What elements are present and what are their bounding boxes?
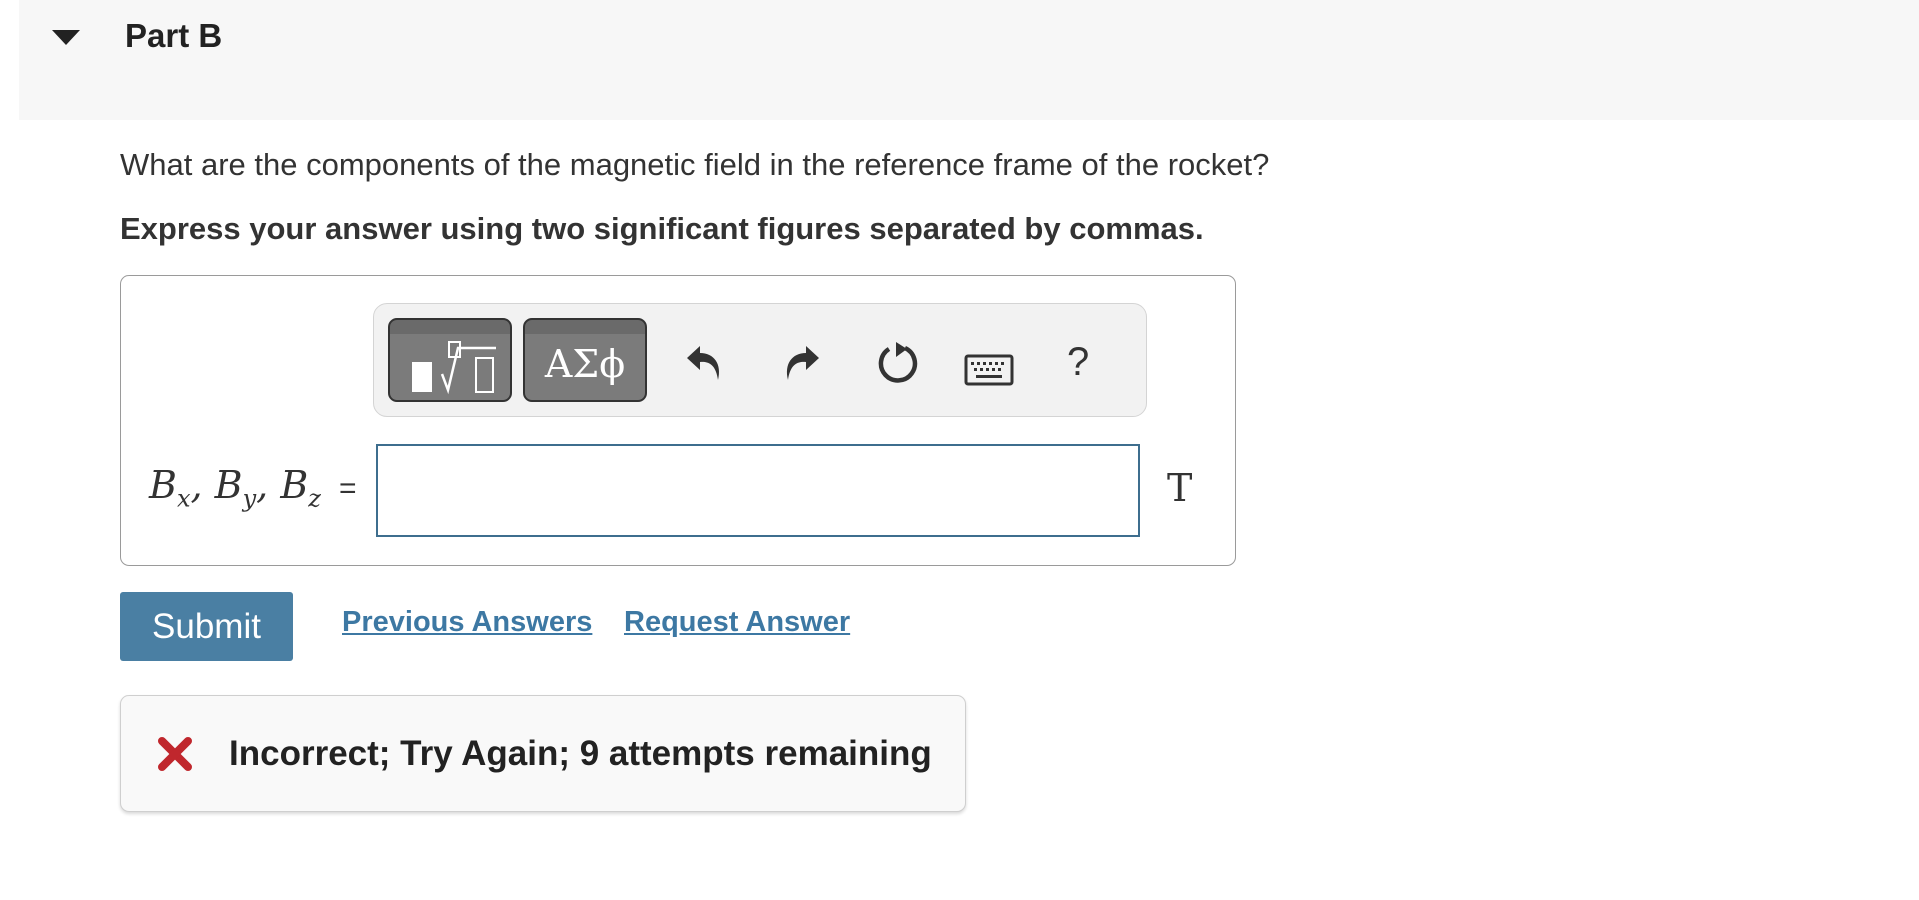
templates-button[interactable]: [388, 318, 512, 402]
greek-letters-icon: ΑΣϕ: [544, 342, 626, 386]
request-answer-link[interactable]: Request Answer: [624, 606, 850, 639]
question-text: What are the components of the magnetic …: [120, 147, 1270, 182]
feedback-message: Incorrect; Try Again; 9 attempts remaini…: [229, 734, 932, 773]
incorrect-x-icon: [158, 737, 192, 771]
submit-button[interactable]: Submit: [120, 592, 293, 661]
greek-letters-button[interactable]: ΑΣϕ: [523, 318, 647, 402]
math-toolbar: ΑΣϕ ?: [373, 303, 1147, 417]
redo-icon[interactable]: [782, 342, 822, 382]
variable-label: Bx, By, Bz =: [149, 463, 357, 513]
answer-box: ΑΣϕ ? Bx, By, Bz = T: [120, 275, 1236, 566]
undo-icon[interactable]: [684, 342, 724, 382]
previous-answers-link[interactable]: Previous Answers: [342, 606, 592, 639]
keyboard-icon[interactable]: [964, 354, 1014, 386]
reset-icon[interactable]: [875, 340, 921, 386]
collapse-caret-icon[interactable]: [52, 30, 80, 45]
part-header[interactable]: [19, 0, 1919, 120]
feedback-box: Incorrect; Try Again; 9 attempts remaini…: [120, 695, 966, 812]
answer-instruction: Express your answer using two significan…: [120, 211, 1204, 246]
templates-icon: [412, 341, 496, 395]
part-title: Part B: [125, 17, 223, 54]
help-icon[interactable]: ?: [1067, 340, 1089, 385]
answer-input[interactable]: [376, 444, 1140, 537]
unit-label: T: [1167, 466, 1193, 510]
